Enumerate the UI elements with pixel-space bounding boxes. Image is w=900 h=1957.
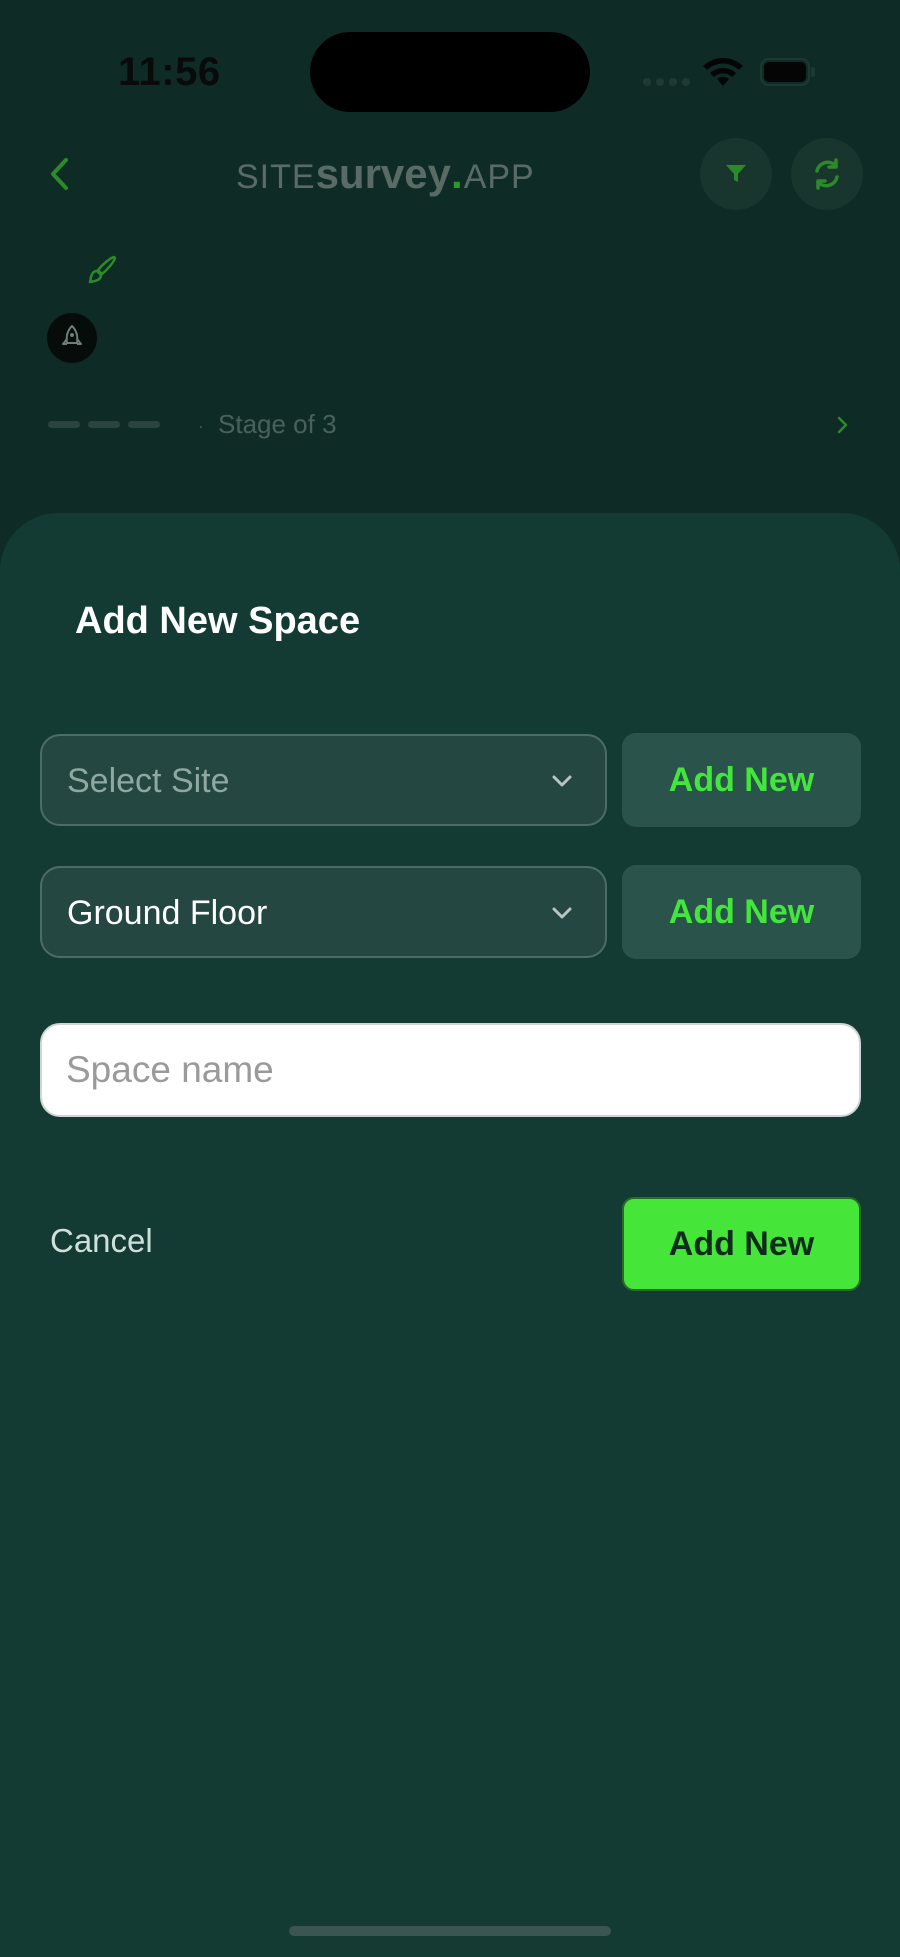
floor-select-value: Ground Floor (67, 894, 268, 932)
status-time: 11:56 (118, 50, 221, 94)
battery-icon (760, 58, 815, 86)
separator-dot: · (198, 416, 204, 436)
chevron-down-icon (552, 907, 572, 919)
site-select[interactable]: Select Site (40, 734, 607, 826)
site-select-value: Select Site (67, 762, 230, 800)
dynamic-island (310, 32, 590, 112)
cancel-button[interactable]: Cancel (50, 1222, 153, 1260)
home-indicator[interactable] (289, 1926, 611, 1936)
app-logo: SITEsurvey.APP (236, 150, 535, 197)
rocket-badge (47, 313, 97, 363)
stage-label: Stage of 3 (218, 409, 337, 439)
filter-icon (726, 165, 746, 182)
brush-icon (88, 255, 117, 284)
refresh-button[interactable] (791, 138, 863, 210)
sheet-title: Add New Space (75, 600, 361, 642)
space-name-input[interactable] (40, 1023, 861, 1117)
back-chevron-icon[interactable] (44, 155, 74, 193)
cellular-signal-icon (643, 78, 690, 86)
floor-select[interactable]: Ground Floor (40, 866, 607, 958)
refresh-icon (815, 158, 839, 190)
chevron-right-icon[interactable] (834, 412, 852, 438)
chevron-down-icon (552, 775, 572, 787)
add-new-space-button[interactable]: Add New (622, 1197, 861, 1291)
filter-button[interactable] (700, 138, 772, 210)
add-site-button[interactable]: Add New (622, 733, 861, 827)
stage-progress (48, 421, 160, 428)
wifi-icon (703, 58, 743, 86)
rocket-icon (62, 325, 82, 345)
add-floor-button[interactable]: Add New (622, 865, 861, 959)
